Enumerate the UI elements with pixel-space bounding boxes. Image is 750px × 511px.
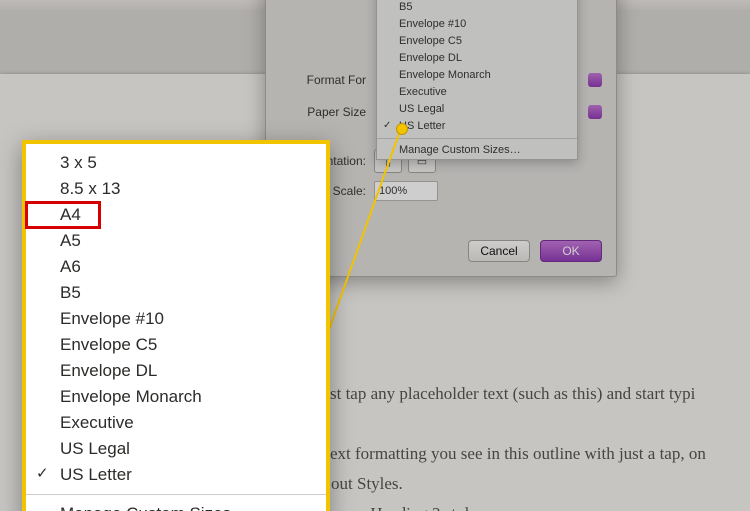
paper-size-label: Paper Size [266, 105, 374, 119]
menu-separator [26, 494, 326, 495]
cancel-button[interactable]: Cancel [468, 240, 530, 262]
doc-text-line: ext formatting you see in this outline w… [330, 444, 706, 464]
paper-size-option[interactable]: 3 x 5 [26, 150, 326, 176]
paper-size-option[interactable]: US Legal [377, 101, 577, 118]
paper-size-option[interactable]: Envelope #10 [377, 16, 577, 33]
paper-size-option[interactable]: US Legal [26, 436, 326, 462]
format-for-label: Format For [266, 73, 374, 87]
paper-size-option[interactable]: Envelope Monarch [377, 67, 577, 84]
paper-size-option[interactable]: Executive [377, 84, 577, 101]
paper-size-option[interactable]: Executive [26, 410, 326, 436]
ok-button-label: OK [562, 244, 579, 258]
paper-size-option-selected[interactable]: US Letter [26, 462, 326, 488]
doc-text-line: st tap any placeholder text (such as thi… [330, 384, 695, 404]
scale-value: 100% [379, 185, 407, 197]
paper-size-option[interactable]: B5 [26, 280, 326, 306]
manage-custom-sizes-option[interactable]: Manage Custom Sizes… [26, 501, 326, 511]
paper-size-option[interactable]: B5 [377, 0, 577, 16]
paper-size-option[interactable]: Envelope DL [26, 358, 326, 384]
paper-size-dropdown-menu[interactable]: A6 B5 Envelope #10 Envelope C5 Envelope … [376, 0, 578, 160]
format-for-dropdown-indicator[interactable] [588, 73, 602, 87]
paper-size-option[interactable]: Envelope #10 [26, 306, 326, 332]
paper-size-option[interactable]: Envelope C5 [377, 33, 577, 50]
paper-size-option[interactable]: Envelope Monarch [26, 384, 326, 410]
scale-input[interactable]: 100% [374, 181, 438, 201]
paper-size-option-a4-highlighted[interactable]: A4 [26, 202, 100, 228]
callout-origin-dot [396, 123, 408, 135]
ok-button[interactable]: OK [540, 240, 602, 262]
paper-size-option[interactable]: Envelope DL [377, 50, 577, 67]
cancel-button-label: Cancel [480, 244, 517, 258]
paper-size-option[interactable]: 8.5 x 13 [26, 176, 326, 202]
paper-size-option[interactable]: Envelope C5 [26, 332, 326, 358]
paper-size-option[interactable]: A5 [26, 228, 326, 254]
manage-custom-sizes-option[interactable]: Manage Custom Sizes… [377, 142, 577, 159]
paper-size-dropdown-zoomed: 3 x 5 8.5 x 13 A4 A5 A6 B5 Envelope #10 … [22, 140, 330, 511]
paper-size-dropdown-indicator[interactable] [588, 105, 602, 119]
menu-separator [377, 138, 577, 139]
paper-size-option[interactable]: A6 [26, 254, 326, 280]
